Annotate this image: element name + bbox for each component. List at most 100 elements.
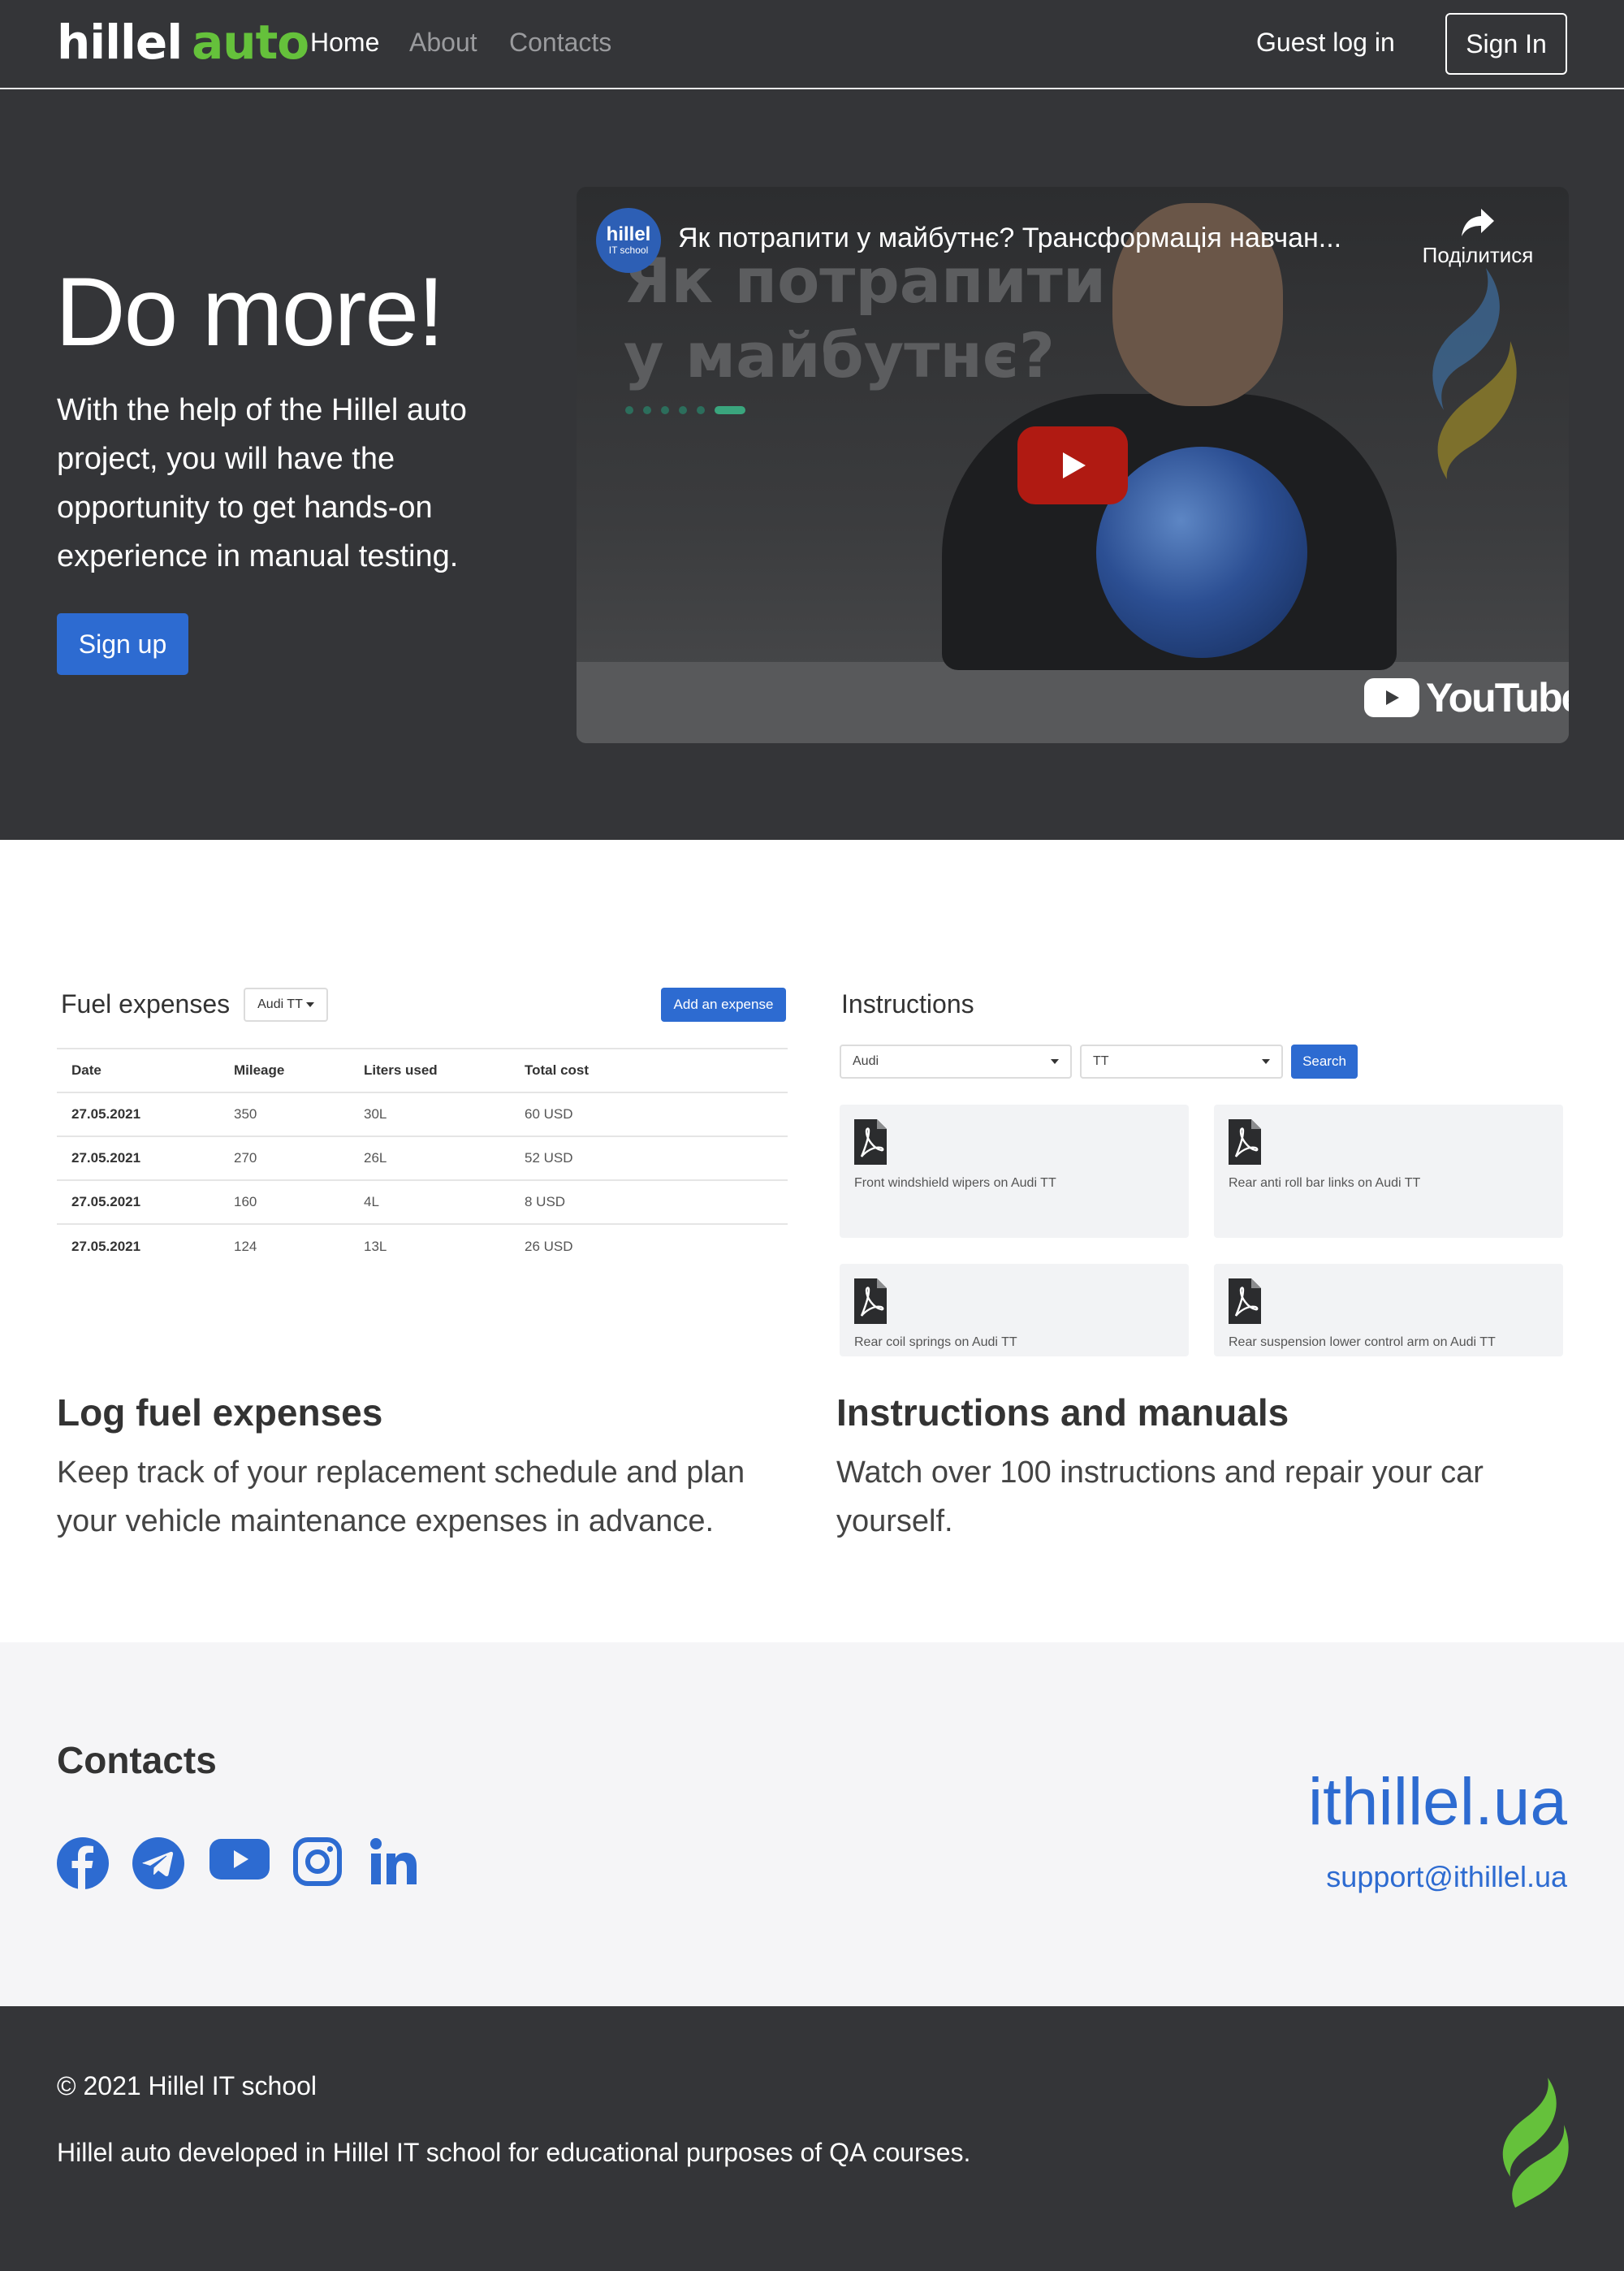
site-footer: © 2021 Hillel IT school Hillel auto deve… — [0, 2006, 1624, 2271]
video-overlay-line-1: Як потрапити — [624, 244, 1107, 317]
table-cell: 8 USD — [525, 1194, 566, 1209]
channel-avatar-name: hillel — [606, 223, 651, 245]
fuel-expenses-table: Date Mileage Liters used Total cost 27.0… — [57, 1048, 788, 1269]
hillel-flame-icon — [1432, 268, 1517, 479]
table-header-row: Date Mileage Liters used Total cost — [57, 1049, 788, 1093]
table-row: 27.05.2021 124 13L 26 USD — [57, 1225, 788, 1269]
caret-down-icon — [1262, 1059, 1270, 1064]
video-player[interactable]: Як потрапити у майбутнє? hillel IT schoo… — [577, 187, 1569, 743]
linkedin-icon[interactable] — [369, 1837, 418, 1886]
table-cell: 26 USD — [525, 1239, 573, 1254]
feature-text-instructions: Watch over 100 instructions and repair y… — [836, 1456, 1484, 1538]
channel-avatar[interactable]: hillel IT school — [596, 208, 661, 273]
table-row: 27.05.2021 350 30L 60 USD — [57, 1093, 788, 1137]
website-link[interactable]: ithillel.ua — [1308, 1764, 1567, 1841]
car-select[interactable]: Audi TT — [244, 988, 328, 1022]
model-select[interactable]: TT — [1080, 1045, 1283, 1079]
feature-heading-fuel: Log fuel expenses — [57, 1391, 383, 1434]
guest-login-link[interactable]: Guest log in — [1256, 28, 1395, 58]
nav-contacts[interactable]: Contacts — [509, 28, 611, 58]
table-cell: 52 USD — [525, 1150, 573, 1166]
table-row: 27.05.2021 270 26L 52 USD — [57, 1137, 788, 1181]
column-header: Date — [71, 1062, 102, 1078]
brand-select[interactable]: Audi — [840, 1045, 1072, 1079]
instruction-card[interactable]: Rear anti roll bar links on Audi TT — [1214, 1105, 1563, 1238]
hero-description: With the help of the Hillel auto project… — [57, 393, 467, 573]
copyright: © 2021 Hillel IT school — [57, 2071, 317, 2100]
instruction-card[interactable]: Rear suspension lower control arm on Aud… — [1214, 1264, 1563, 1356]
instruction-label: Rear coil springs on Audi TT — [854, 1335, 1017, 1349]
video-overlay-line-2: у майбутнє? — [624, 319, 1055, 391]
table-cell: 270 — [234, 1150, 257, 1166]
pdf-icon — [1229, 1278, 1261, 1324]
logo[interactable]: hillel auto — [57, 15, 309, 71]
add-expense-button[interactable]: Add an expense — [661, 988, 786, 1022]
caret-down-icon — [305, 1002, 314, 1007]
caret-down-icon — [1051, 1059, 1059, 1064]
table-cell: 26L — [364, 1150, 387, 1166]
table-cell: 160 — [234, 1194, 257, 1209]
sign-in-button[interactable]: Sign In — [1445, 13, 1567, 75]
contacts-heading: Contacts — [57, 1739, 217, 1781]
feature-heading-instructions: Instructions and manuals — [836, 1391, 1289, 1434]
fuel-expenses-preview: Fuel expenses Audi TT Add an expense Dat… — [57, 983, 788, 1275]
channel-avatar-sub: IT school — [608, 244, 649, 256]
car-select-value: Audi TT — [257, 997, 303, 1011]
telegram-icon[interactable] — [132, 1837, 184, 1889]
hillel-flame-logo-icon — [1502, 2078, 1569, 2208]
support-email-link[interactable]: support@ithillel.ua — [1326, 1860, 1567, 1894]
table-cell: 27.05.2021 — [71, 1106, 141, 1122]
instagram-icon[interactable] — [293, 1837, 342, 1886]
logo-text-green: auto — [192, 15, 309, 70]
table-cell: 30L — [364, 1106, 387, 1122]
play-button[interactable] — [1017, 426, 1128, 504]
model-select-value: TT — [1093, 1054, 1109, 1068]
instruction-label: Rear suspension lower control arm on Aud… — [1229, 1335, 1496, 1349]
fuel-expenses-title: Fuel expenses — [61, 989, 231, 1019]
table-cell: 350 — [234, 1106, 257, 1122]
video-title[interactable]: Як потрапити у майбутнє? Трансформація н… — [678, 223, 1341, 254]
share-icon — [1462, 209, 1494, 236]
share-button[interactable]: Поділитися — [1409, 207, 1547, 268]
youtube-play-icon — [1364, 678, 1419, 717]
column-header: Mileage — [234, 1062, 285, 1078]
logo-text-white: hillel — [57, 15, 183, 70]
instruction-card[interactable]: Rear coil springs on Audi TT — [840, 1264, 1189, 1356]
table-cell: 60 USD — [525, 1106, 573, 1122]
contacts-section: Contacts ithillel.ua support@ithillel.ua — [0, 1642, 1624, 2006]
hero-title: Do more! — [55, 257, 444, 366]
video-progress-dots — [625, 406, 745, 414]
table-row: 27.05.2021 160 4L 8 USD — [57, 1181, 788, 1225]
feature-text-fuel: Keep track of your replacement schedule … — [57, 1456, 745, 1538]
hero-section: Do more! With the help of the Hillel aut… — [0, 89, 1624, 840]
footer-description: Hillel auto developed in Hillel IT schoo… — [57, 2138, 971, 2167]
nav-about[interactable]: About — [409, 28, 477, 58]
instructions-title: Instructions — [841, 989, 974, 1019]
pdf-icon — [854, 1278, 887, 1324]
brand-select-value: Audi — [853, 1054, 879, 1068]
search-button[interactable]: Search — [1291, 1045, 1358, 1079]
play-icon — [1063, 452, 1086, 478]
table-cell: 27.05.2021 — [71, 1239, 141, 1254]
instruction-label: Rear anti roll bar links on Audi TT — [1229, 1176, 1421, 1190]
video-overlay-text: Як потрапити у майбутнє? — [624, 244, 1106, 393]
table-cell: 27.05.2021 — [71, 1194, 141, 1209]
pdf-icon — [1229, 1119, 1261, 1165]
facebook-icon[interactable] — [57, 1837, 109, 1889]
table-cell: 13L — [364, 1239, 387, 1254]
youtube-logo[interactable]: YouTube — [1364, 674, 1569, 721]
video-frame-globe — [1096, 447, 1307, 658]
column-header: Total cost — [525, 1062, 590, 1078]
instructions-preview: Instructions Audi TT Search Front windsh… — [840, 983, 1570, 1356]
sign-up-button[interactable]: Sign up — [57, 613, 188, 675]
instruction-card[interactable]: Front windshield wipers on Audi TT — [840, 1105, 1189, 1238]
share-label: Поділитися — [1422, 243, 1534, 267]
pdf-icon — [854, 1119, 887, 1165]
site-header: hillel auto Home About Contacts Guest lo… — [0, 0, 1624, 89]
nav-home[interactable]: Home — [310, 28, 379, 58]
table-cell: 27.05.2021 — [71, 1150, 141, 1166]
instruction-label: Front windshield wipers on Audi TT — [854, 1176, 1056, 1190]
youtube-wordmark: YouTube — [1426, 675, 1569, 720]
youtube-icon[interactable] — [209, 1837, 270, 1881]
table-cell: 4L — [364, 1194, 379, 1209]
